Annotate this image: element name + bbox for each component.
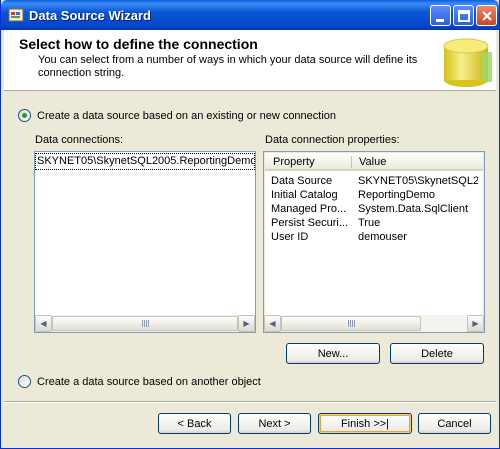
footer-divider bbox=[4, 401, 496, 403]
radio-existing-connection[interactable] bbox=[18, 109, 31, 122]
property-value: System.Data.SqlClient bbox=[358, 203, 469, 215]
delete-connection-button[interactable]: Delete bbox=[390, 343, 484, 364]
option-existing-connection-label: Create a data source based on an existin… bbox=[37, 109, 337, 122]
property-value: ReportingDemo bbox=[358, 189, 436, 201]
maximize-button[interactable] bbox=[453, 5, 474, 26]
scroll-thumb[interactable] bbox=[52, 316, 238, 331]
property-value: SKYNET05\SkynetSQL2... bbox=[358, 175, 478, 187]
property-value: True bbox=[358, 217, 381, 229]
option-other-object[interactable]: Create a data source based on another ob… bbox=[18, 375, 261, 388]
window-title: Data Source Wizard bbox=[29, 8, 151, 23]
data-connections-list[interactable]: SKYNET05\SkynetSQL2005.ReportingDemo.d ◀… bbox=[34, 151, 256, 333]
wizard-header: Select how to define the connection You … bbox=[4, 30, 496, 91]
scroll-left-arrow-icon[interactable]: ◀ bbox=[264, 315, 281, 332]
property-name: Persist Securi... bbox=[271, 217, 349, 229]
page-description: You can select from a number of ways in … bbox=[38, 54, 418, 79]
connections-hscrollbar[interactable]: ◀ ▶ bbox=[35, 315, 255, 332]
property-row[interactable]: User ID demouser bbox=[265, 231, 483, 244]
column-header-property[interactable]: Property bbox=[273, 156, 315, 168]
back-button[interactable]: < Back bbox=[158, 413, 231, 434]
grip-icon bbox=[347, 320, 355, 327]
property-row[interactable]: Data Source SKYNET05\SkynetSQL2... bbox=[265, 175, 483, 188]
option-other-object-label: Create a data source based on another ob… bbox=[37, 375, 261, 388]
finish-button[interactable]: Finish >>| bbox=[318, 413, 412, 434]
app-icon bbox=[8, 8, 24, 22]
property-name: Data Source bbox=[271, 175, 333, 187]
maximize-icon bbox=[458, 10, 470, 22]
close-icon bbox=[482, 11, 492, 21]
next-button[interactable]: Next > bbox=[238, 413, 311, 434]
property-value: demouser bbox=[358, 231, 407, 243]
minimize-button[interactable] bbox=[430, 5, 451, 26]
data-connections-label: Data connections: bbox=[35, 134, 124, 146]
property-row[interactable]: Managed Pro... System.Data.SqlClient bbox=[265, 203, 483, 216]
data-source-wizard-window: Data Source Wizard Select how to define … bbox=[0, 0, 500, 449]
property-row[interactable]: Initial Catalog ReportingDemo bbox=[265, 189, 483, 202]
radio-other-object[interactable] bbox=[18, 375, 31, 388]
cancel-button[interactable]: Cancel bbox=[418, 413, 491, 434]
minimize-icon bbox=[436, 19, 444, 22]
page-title: Select how to define the connection bbox=[19, 36, 258, 52]
title-bar[interactable]: Data Source Wizard bbox=[1, 0, 499, 30]
scroll-left-arrow-icon[interactable]: ◀ bbox=[35, 315, 52, 332]
properties-list: Property Value Data Source SKYNET05\Skyn… bbox=[265, 153, 483, 315]
option-existing-connection[interactable]: Create a data source based on an existin… bbox=[18, 109, 336, 122]
properties-header: Property Value bbox=[265, 153, 483, 171]
database-cylinder-icon bbox=[443, 38, 492, 87]
connection-properties-grid[interactable]: Property Value Data Source SKYNET05\Skyn… bbox=[263, 151, 485, 333]
connection-item[interactable]: SKYNET05\SkynetSQL2005.ReportingDemo.d bbox=[35, 153, 255, 170]
property-row[interactable]: Persist Securi... True bbox=[265, 217, 483, 230]
column-header-value[interactable]: Value bbox=[359, 156, 386, 168]
property-name: User ID bbox=[271, 231, 309, 243]
scroll-right-arrow-icon[interactable]: ▶ bbox=[238, 315, 255, 332]
scroll-thumb[interactable] bbox=[281, 316, 421, 331]
column-separator[interactable] bbox=[351, 156, 352, 168]
scroll-right-arrow-icon[interactable]: ▶ bbox=[467, 315, 484, 332]
property-name: Managed Pro... bbox=[271, 203, 347, 215]
property-name: Initial Catalog bbox=[271, 189, 338, 201]
close-button[interactable] bbox=[476, 5, 497, 26]
grip-icon bbox=[141, 320, 149, 327]
new-connection-button[interactable]: New... bbox=[286, 343, 380, 364]
properties-hscrollbar[interactable]: ◀ ▶ bbox=[264, 315, 484, 332]
data-connection-properties-label: Data connection properties: bbox=[265, 134, 400, 146]
